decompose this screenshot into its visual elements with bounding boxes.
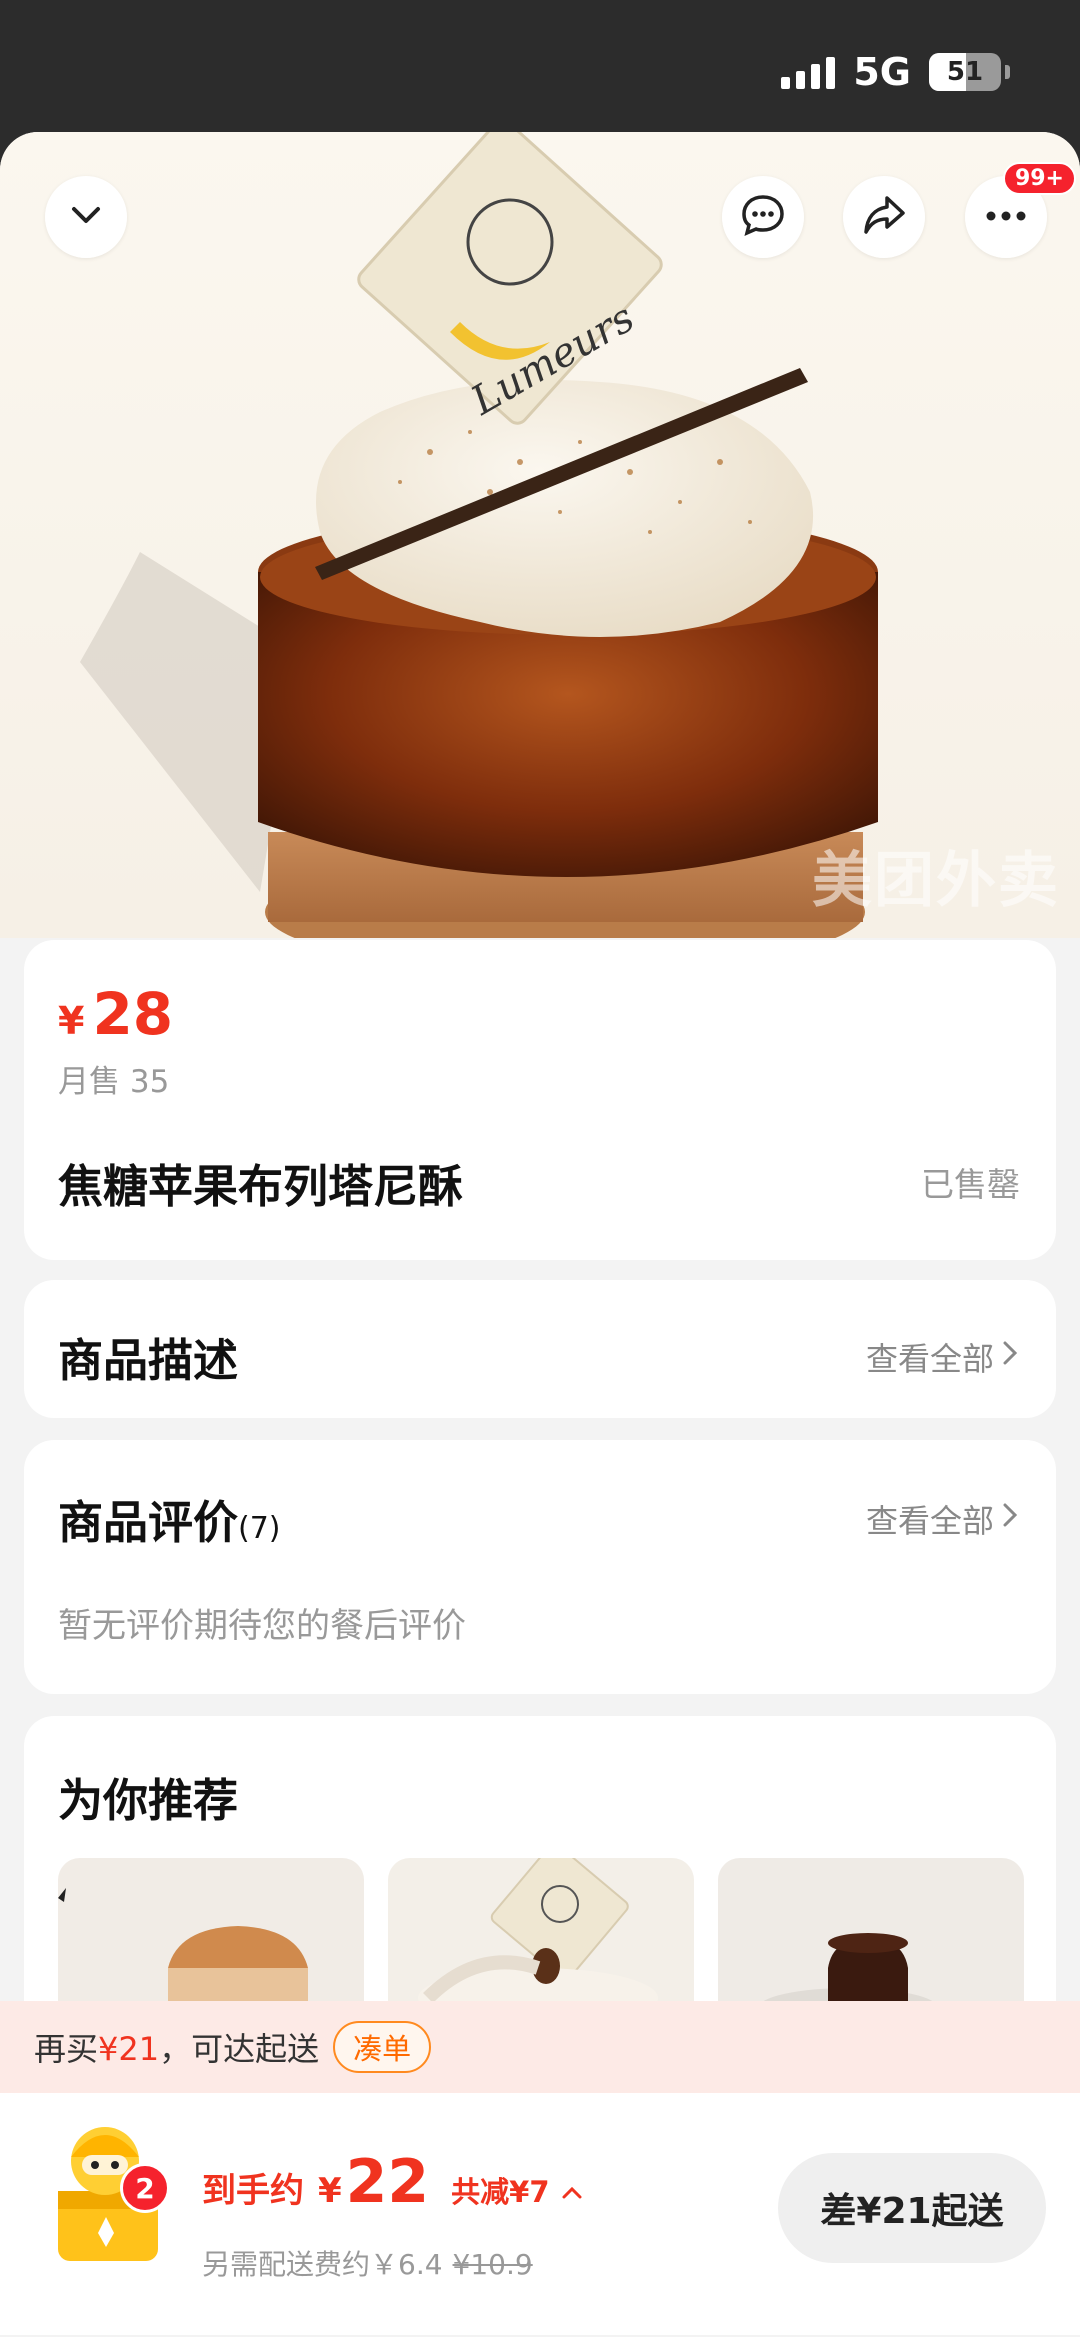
reviews-title: 商品评价(7) [58, 1496, 281, 1549]
notification-badge: 99+ [1002, 162, 1076, 195]
recommend-title: 为你推荐 [58, 1774, 239, 1827]
chevron-right-icon [1000, 1338, 1020, 1376]
recommend-item-cake[interactable] [388, 1858, 694, 2018]
reviews-card: 商品评价(7) 查看全部 暂无评价期待您的餐后评价 [24, 1440, 1056, 1694]
watermark: 美团外卖 [812, 846, 1060, 916]
product-name: 焦糖苹果布列塔尼酥 [58, 1160, 464, 1213]
product-image: Lumeurs 美团外卖 [0, 132, 1080, 938]
product-info-card: ¥ 28 月售 35 焦糖苹果布列塔尼酥 已售罄 [24, 940, 1056, 1260]
reviews-see-all[interactable]: 查看全部 [866, 1496, 1020, 1542]
signal-icon [781, 55, 836, 89]
estimated-price: 到手约 ¥ 22 共减¥7 [202, 2147, 584, 2217]
chevron-down-icon [66, 195, 106, 239]
collapse-button[interactable] [45, 176, 127, 258]
cart-bar: 2 到手约 ¥ 22 共减¥7 另需配送费约￥6.4 ¥10.9 差¥21起送 [0, 2093, 1080, 2335]
chevron-up-icon [560, 2175, 584, 2209]
min-order-bar: 再买¥21，可达起送 凑单 [0, 2001, 1080, 2093]
chat-button[interactable] [722, 176, 804, 258]
delivery-fee: 另需配送费约￥6.4 ¥10.9 [202, 2248, 533, 2281]
sold-out-status: 已售罄 [921, 1165, 1020, 1204]
description-title: 商品描述 [58, 1334, 239, 1387]
min-order-text: 再买¥21，可达起送 [34, 2030, 320, 2068]
add-items-button[interactable]: 凑单 [333, 2021, 432, 2073]
status-indicators: 5G 51 [781, 48, 1010, 96]
battery-icon: 51 [929, 53, 1001, 91]
monthly-sales: 月售 35 [58, 1064, 170, 1100]
original-fee: ¥10.9 [452, 2248, 533, 2281]
cart-count-badge: 2 [120, 2163, 170, 2213]
reviews-count: (7) [238, 1511, 281, 1546]
empty-reviews-text: 暂无评价期待您的餐后评价 [58, 1606, 466, 1646]
battery-level: 51 [946, 57, 984, 87]
price-value: 28 [92, 980, 174, 1048]
description-see-all[interactable]: 查看全部 [866, 1334, 1020, 1380]
recommend-item-canele[interactable] [718, 1858, 1024, 2018]
chat-icon [738, 190, 788, 244]
chevron-right-icon [1000, 1500, 1020, 1538]
estimated-price-value: 22 [345, 2147, 430, 2217]
price: ¥ 28 [58, 980, 174, 1048]
share-icon [859, 190, 909, 244]
share-button[interactable] [843, 176, 925, 258]
product-detail-sheet: Lumeurs 美团外卖 99+ ¥ 28 月售 35 焦糖苹果布列塔尼酥 已售… [0, 132, 1080, 2337]
more-icon [984, 208, 1028, 227]
recommend-item-bread[interactable] [58, 1858, 364, 2018]
status-bar: 5G 51 [0, 0, 1080, 135]
network-type: 5G [853, 50, 911, 94]
discount-toggle[interactable]: 共减¥7 [451, 2169, 583, 2211]
checkout-button[interactable]: 差¥21起送 [778, 2153, 1046, 2263]
description-card[interactable]: 商品描述 查看全部 [24, 1280, 1056, 1418]
